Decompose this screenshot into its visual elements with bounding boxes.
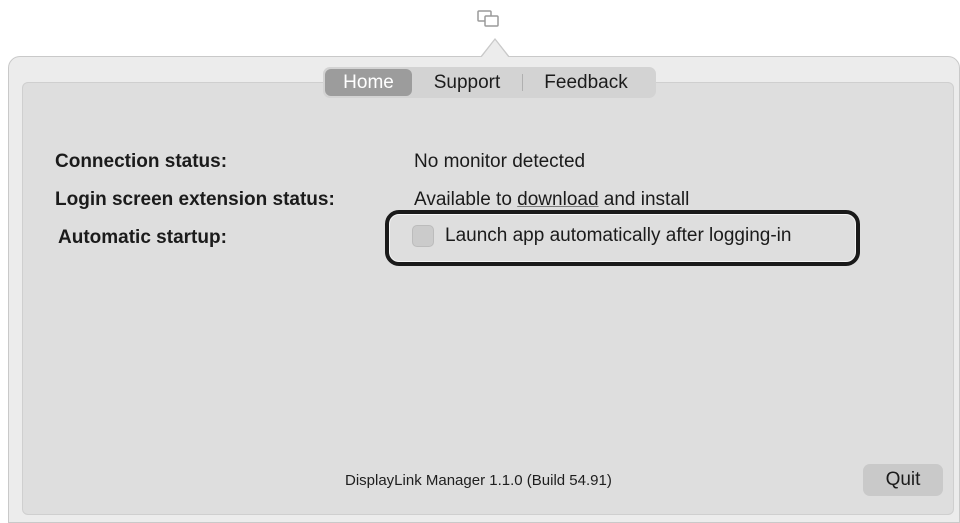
login-extension-suffix: and install xyxy=(598,189,690,210)
tab-feedback[interactable]: Feedback xyxy=(523,69,649,96)
popover-arrow-fill xyxy=(481,40,509,58)
connection-status-value: No monitor detected xyxy=(414,151,586,172)
login-extension-status-label: Login screen extension status: xyxy=(55,189,335,210)
launch-at-login-checkbox[interactable] xyxy=(412,225,434,247)
connection-status-label: Connection status: xyxy=(55,151,228,172)
login-extension-status-value: Available to download and install xyxy=(414,189,689,211)
login-extension-prefix: Available to xyxy=(414,189,518,210)
quit-button[interactable]: Quit xyxy=(863,464,943,496)
tab-bar: Home Support Feedback xyxy=(323,67,656,98)
download-link[interactable]: download xyxy=(517,189,598,210)
automatic-startup-label: Automatic startup: xyxy=(58,227,227,248)
version-text: DisplayLink Manager 1.1.0 (Build 54.91) xyxy=(345,472,612,489)
tab-home[interactable]: Home xyxy=(325,69,412,96)
displaylink-screens-icon[interactable] xyxy=(476,9,502,29)
launch-at-login-label[interactable]: Launch app automatically after logging-i… xyxy=(445,225,791,247)
tab-support[interactable]: Support xyxy=(412,69,522,96)
content-panel xyxy=(22,82,954,515)
